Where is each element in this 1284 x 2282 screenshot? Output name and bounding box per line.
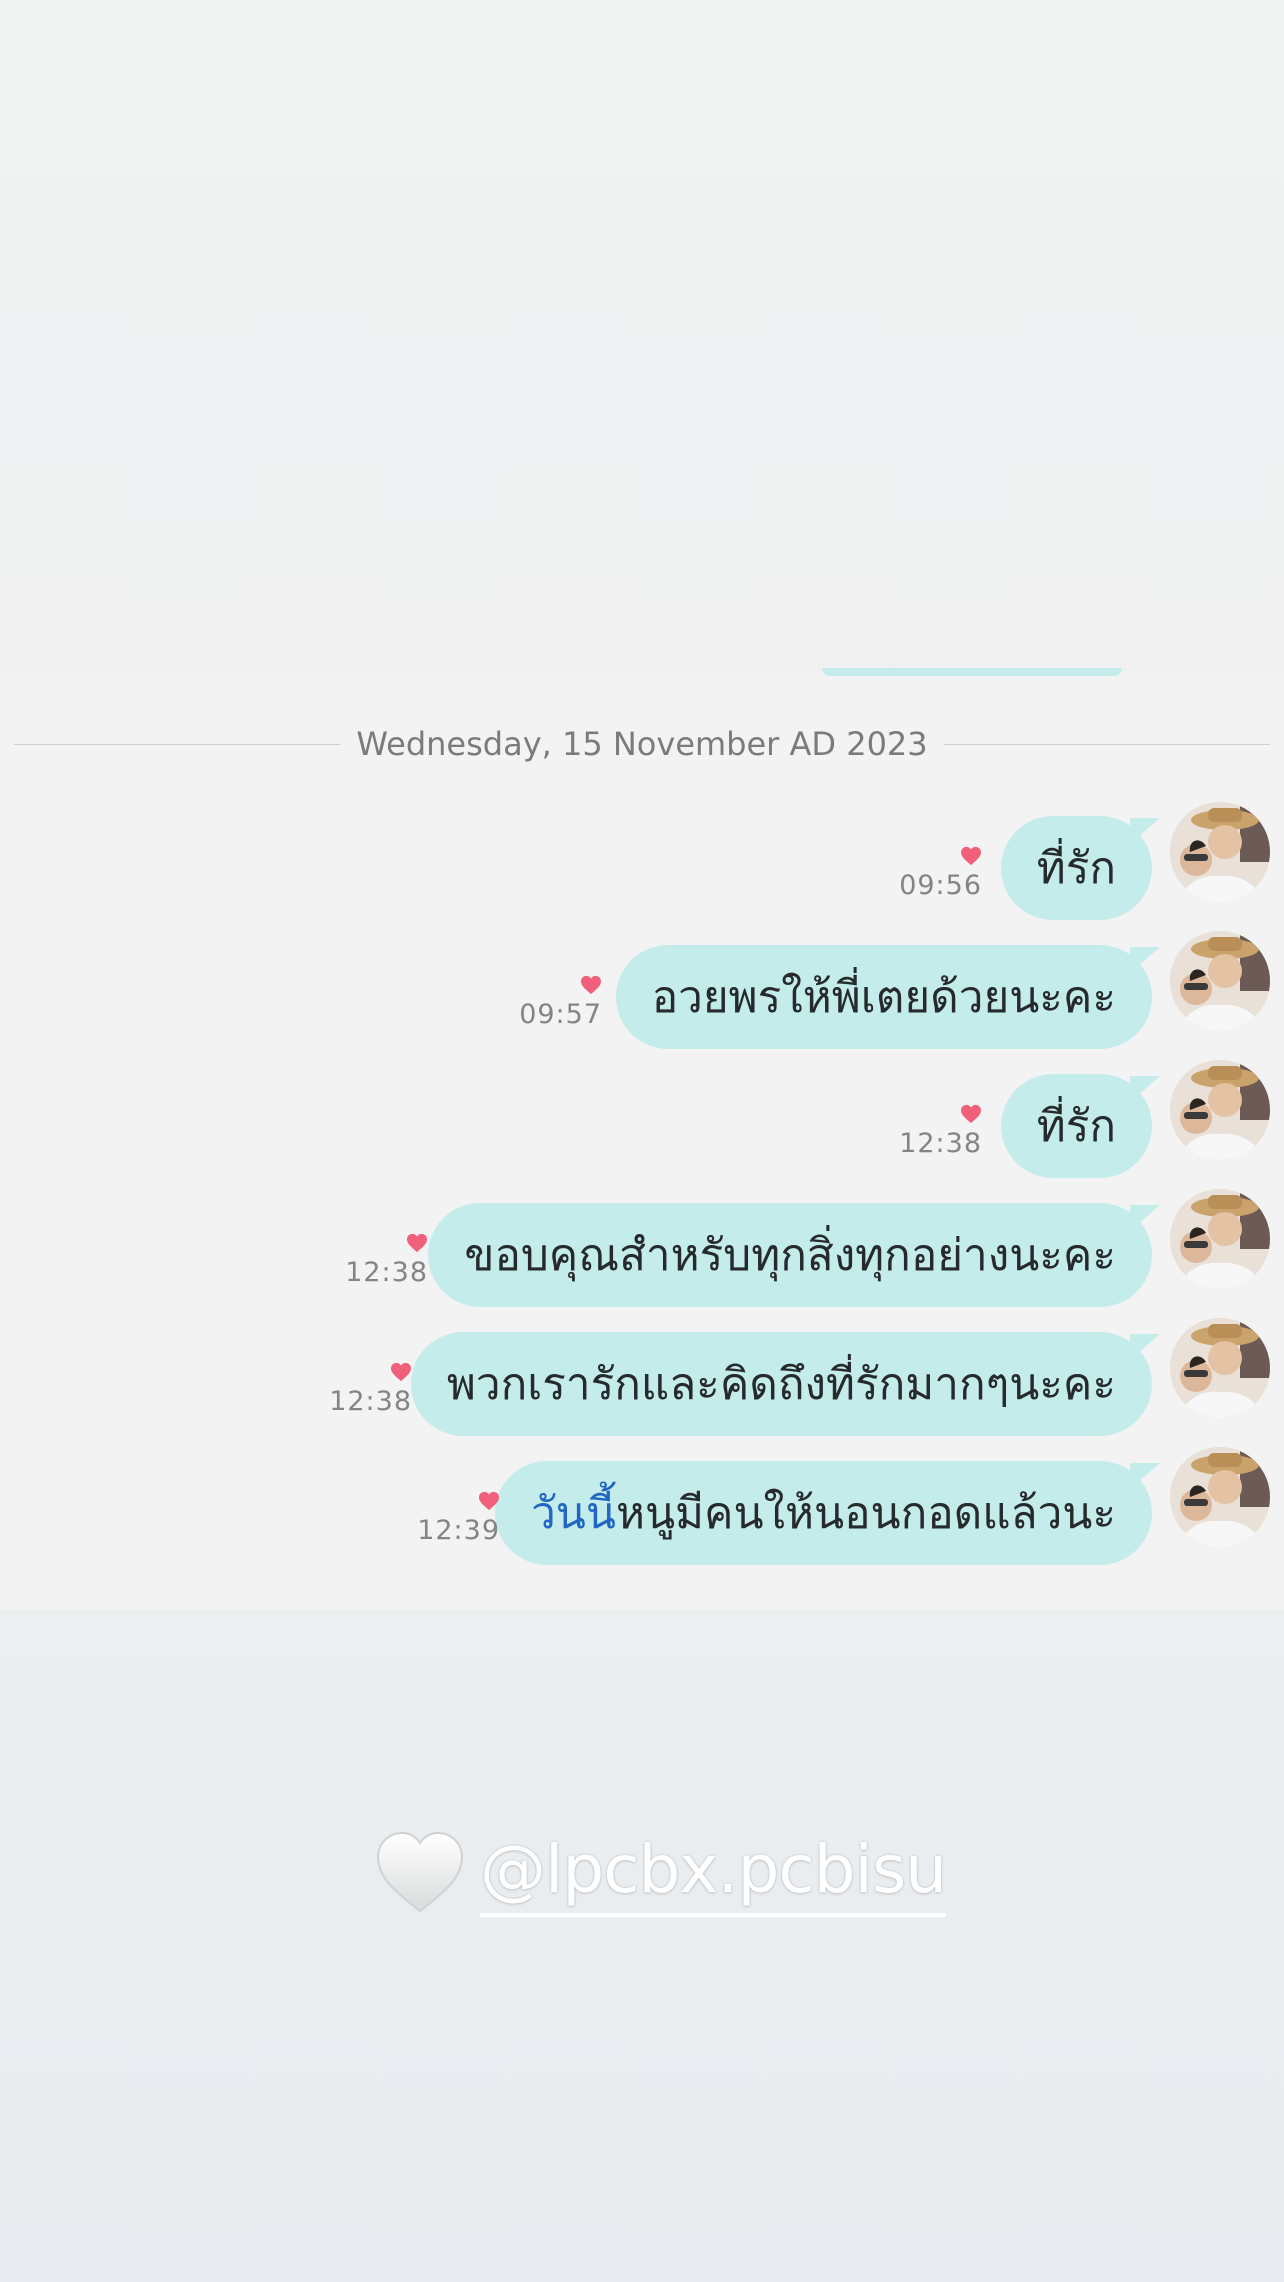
date-divider: Wednesday, 15 November AD 2023 <box>14 722 1270 766</box>
message-link-text[interactable]: วันนี้ <box>531 1478 616 1548</box>
avatar[interactable] <box>1170 1060 1270 1160</box>
divider-line-right <box>943 743 1270 745</box>
message-bubble[interactable]: วันนี้ หนูมีคนให้นอนกอดแล้วนะ <box>495 1461 1152 1565</box>
message-row: วันนี้ หนูมีคนให้นอนกอดแล้วนะ 12:39 <box>0 1447 1284 1571</box>
heart-reaction-icon[interactable] <box>406 1233 428 1253</box>
message-time: 12:38 <box>345 1257 428 1288</box>
message-time: 12:38 <box>899 1128 982 1159</box>
message-bubble[interactable]: ขอบคุณสำหรับทุกสิ่งทุกอย่างนะคะ <box>428 1203 1152 1307</box>
message-bubble[interactable]: พวกเรารักและคิดถึงที่รักมากๆนะคะ <box>410 1332 1152 1436</box>
heart-reaction-icon[interactable] <box>478 1491 500 1511</box>
avatar-photo-icon <box>1170 1060 1270 1160</box>
avatar[interactable] <box>1170 1189 1270 1289</box>
message-text: อวยพรให้พี่เตยด้วยนะคะ <box>651 972 1116 1023</box>
message-row: ที่รัก 12:38 <box>0 1060 1284 1184</box>
message-text: ที่รัก <box>1036 1101 1116 1152</box>
message-bubble[interactable]: ที่รัก <box>1000 1074 1152 1178</box>
previous-message-bubble-edge[interactable] <box>822 668 1122 676</box>
message-meta: 12:38 <box>899 1104 982 1159</box>
heart-reaction-icon[interactable] <box>390 1362 412 1382</box>
message-meta: 12:38 <box>329 1362 412 1417</box>
avatar[interactable] <box>1170 931 1270 1031</box>
divider-line-left <box>14 743 341 745</box>
heart-reaction-icon[interactable] <box>580 975 602 995</box>
message-text: ที่รัก <box>1036 843 1116 894</box>
mention-username[interactable]: @lpcbx.pcbisu <box>480 1827 947 1917</box>
avatar-photo-icon <box>1170 1318 1270 1418</box>
message-time: 12:38 <box>329 1386 412 1417</box>
avatar-photo-icon <box>1170 802 1270 902</box>
message-bubble[interactable]: ที่รัก <box>1000 816 1152 920</box>
message-text: หนูมีคนให้นอนกอดแล้วนะ <box>615 1488 1116 1539</box>
white-heart-icon <box>376 1831 464 1913</box>
heart-reaction-icon[interactable] <box>960 846 982 866</box>
message-meta: 09:56 <box>899 846 982 901</box>
heart-reaction-icon[interactable] <box>960 1104 982 1124</box>
avatar[interactable] <box>1170 802 1270 902</box>
message-meta: 12:38 <box>345 1233 428 1288</box>
avatar-photo-icon <box>1170 931 1270 1031</box>
avatar[interactable] <box>1170 1447 1270 1547</box>
message-meta: 12:39 <box>417 1491 500 1546</box>
date-label: Wednesday, 15 November AD 2023 <box>356 725 928 763</box>
message-row: พวกเรารักและคิดถึงที่รักมากๆนะคะ 12:38 <box>0 1318 1284 1442</box>
message-row: ที่รัก 09:56 <box>0 802 1284 926</box>
message-time: 12:39 <box>417 1515 500 1546</box>
message-time: 09:56 <box>899 870 982 901</box>
avatar-photo-icon <box>1170 1447 1270 1547</box>
message-row: ขอบคุณสำหรับทุกสิ่งทุกอย่างนะคะ 12:38 <box>0 1189 1284 1313</box>
avatar-photo-icon <box>1170 1189 1270 1289</box>
message-bubble[interactable]: อวยพรให้พี่เตยด้วยนะคะ <box>615 945 1152 1049</box>
avatar[interactable] <box>1170 1318 1270 1418</box>
message-text: ขอบคุณสำหรับทุกสิ่งทุกอย่างนะคะ <box>464 1230 1116 1281</box>
message-text: พวกเรารักและคิดถึงที่รักมากๆนะคะ <box>446 1359 1116 1410</box>
message-meta: 09:57 <box>519 975 602 1030</box>
mention-sticker[interactable]: @lpcbx.pcbisu <box>374 1822 947 1922</box>
message-row: อวยพรให้พี่เตยด้วยนะคะ 09:57 <box>0 931 1284 1055</box>
message-time: 09:57 <box>519 999 602 1030</box>
chat-panel: Wednesday, 15 November AD 2023 ที่รัก 09… <box>0 668 1284 1610</box>
